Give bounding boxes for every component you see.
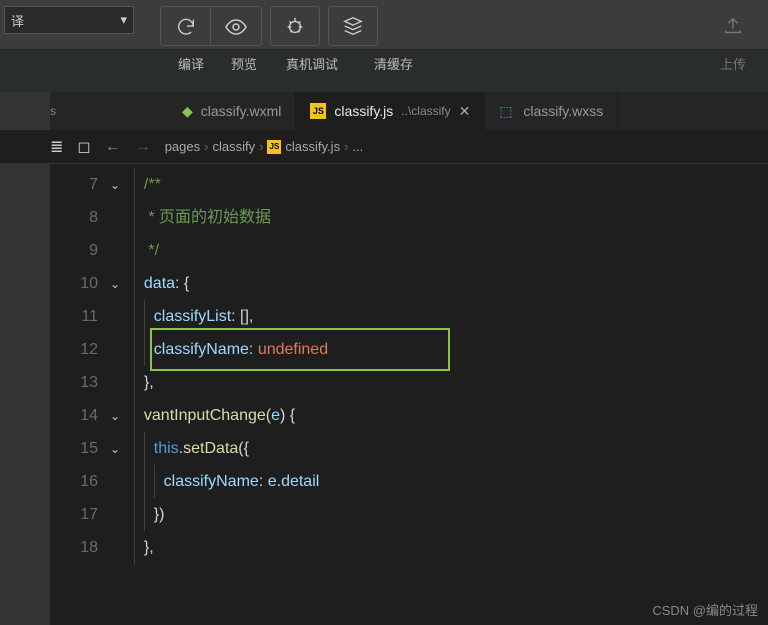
nav-back[interactable]: ← xyxy=(105,138,121,156)
main-toolbar: 译 ▾ xyxy=(0,0,768,50)
code-line[interactable]: classifyName: e.detail xyxy=(134,465,768,498)
editor-left-rail xyxy=(0,92,50,625)
compile-mode-select[interactable]: 译 ▾ xyxy=(4,6,134,34)
real-label: 真机调试 xyxy=(286,54,338,73)
chevron-right-icon: › xyxy=(204,139,208,154)
code-line[interactable]: /** xyxy=(134,168,768,201)
wxml-file-icon: ◆ xyxy=(182,103,193,120)
line-number: 7 xyxy=(50,168,98,201)
bookmark-icon[interactable]: ◻ xyxy=(77,137,90,157)
layers-icon xyxy=(342,15,364,37)
fold-marker[interactable] xyxy=(110,498,134,531)
code-editor[interactable]: 789101112131415161718 ⌄⌄⌄⌄ /** * 页面的初始数据… xyxy=(50,164,768,625)
compile-mode-label: 译 xyxy=(11,11,24,30)
crumb-0[interactable]: pages xyxy=(165,139,200,154)
compile-label: 编译 xyxy=(178,54,204,73)
fold-marker[interactable] xyxy=(110,531,134,564)
bug-icon xyxy=(284,15,306,37)
fold-marker[interactable]: ⌄ xyxy=(110,432,134,465)
line-number: 9 xyxy=(50,234,98,267)
fold-marker[interactable]: ⌄ xyxy=(110,168,134,201)
clear-cache-button[interactable] xyxy=(328,6,378,46)
tab-js[interactable]: JS classify.js ..\classify ✕ xyxy=(296,92,485,130)
tab-wxml[interactable]: ◆ classify.wxml xyxy=(168,92,296,130)
line-number: 13 xyxy=(50,366,98,399)
eye-icon xyxy=(224,15,248,39)
js-file-icon: JS xyxy=(310,103,326,119)
code-line[interactable]: }, xyxy=(134,531,768,564)
breadcrumb[interactable]: pages › classify › JS classify.js › ... xyxy=(165,139,364,154)
nav-forward[interactable]: → xyxy=(135,138,151,156)
preview-label: 预览 xyxy=(231,54,257,73)
highlight-box xyxy=(150,328,450,371)
line-number: 8 xyxy=(50,201,98,234)
tab-label: classify.wxss xyxy=(523,103,603,119)
editor-tabbar: s ◆ classify.wxml JS classify.js ..\clas… xyxy=(0,92,768,130)
line-number: 15 xyxy=(50,432,98,465)
line-number: 18 xyxy=(50,531,98,564)
line-number: 10 xyxy=(50,267,98,300)
line-number: 11 xyxy=(50,300,98,333)
code-line[interactable]: vantInputChange(e) { xyxy=(134,399,768,432)
fold-marker[interactable]: ⌄ xyxy=(110,399,134,432)
extra-glyph: s xyxy=(50,92,68,130)
chevron-right-icon: › xyxy=(259,139,263,154)
code-line[interactable]: * 页面的初始数据 xyxy=(134,201,768,234)
fold-marker[interactable] xyxy=(110,333,134,366)
close-icon[interactable]: ✕ xyxy=(459,103,471,120)
toolbar-labels: 编译 预览 真机调试 清缓存 上传 xyxy=(0,51,768,75)
real-device-button[interactable] xyxy=(270,6,320,46)
upload-label: 上传 xyxy=(720,54,746,73)
tab-suffix: ..\classify xyxy=(401,104,450,118)
js-file-icon: JS xyxy=(267,140,281,154)
line-number: 16 xyxy=(50,465,98,498)
crumb-3[interactable]: ... xyxy=(352,139,363,154)
upload-button[interactable] xyxy=(708,6,758,46)
fold-marker[interactable] xyxy=(110,201,134,234)
fold-column[interactable]: ⌄⌄⌄⌄ xyxy=(110,164,134,625)
upload-icon xyxy=(722,15,744,37)
fold-marker[interactable] xyxy=(110,366,134,399)
line-number: 12 xyxy=(50,333,98,366)
tab-label: classify.wxml xyxy=(201,103,282,119)
line-number: 14 xyxy=(50,399,98,432)
compile-preview-group xyxy=(160,6,262,46)
fold-marker[interactable] xyxy=(110,234,134,267)
compile-button[interactable] xyxy=(161,7,211,46)
cache-label: 清缓存 xyxy=(374,54,413,73)
fold-marker[interactable]: ⌄ xyxy=(110,267,134,300)
code-content[interactable]: /** * 页面的初始数据 */ data: { classifyList: [… xyxy=(134,164,768,625)
code-line[interactable]: }) xyxy=(134,498,768,531)
tab-label: classify.js xyxy=(334,103,393,119)
fold-marker[interactable] xyxy=(110,300,134,333)
wxss-file-icon: ⬚ xyxy=(499,103,515,120)
code-line[interactable]: data: { xyxy=(134,267,768,300)
chevron-down-icon: ▾ xyxy=(120,12,127,28)
crumb-1[interactable]: classify xyxy=(212,139,255,154)
code-line[interactable]: */ xyxy=(134,234,768,267)
tab-wxss[interactable]: ⬚ classify.wxss xyxy=(485,92,618,130)
chevron-right-icon: › xyxy=(344,139,348,154)
watermark: CSDN @编的过程 xyxy=(652,600,758,619)
preview-button[interactable] xyxy=(211,7,261,46)
refresh-icon xyxy=(175,16,197,38)
line-gutter: 789101112131415161718 xyxy=(50,164,110,625)
code-line[interactable]: this.setData({ xyxy=(134,432,768,465)
editor-subbar: ≣ ◻ ← → pages › classify › JS classify.j… xyxy=(0,130,768,164)
fold-marker[interactable] xyxy=(110,465,134,498)
outline-icon[interactable]: ≣ xyxy=(50,137,63,157)
crumb-2[interactable]: classify.js xyxy=(285,139,340,154)
line-number: 17 xyxy=(50,498,98,531)
